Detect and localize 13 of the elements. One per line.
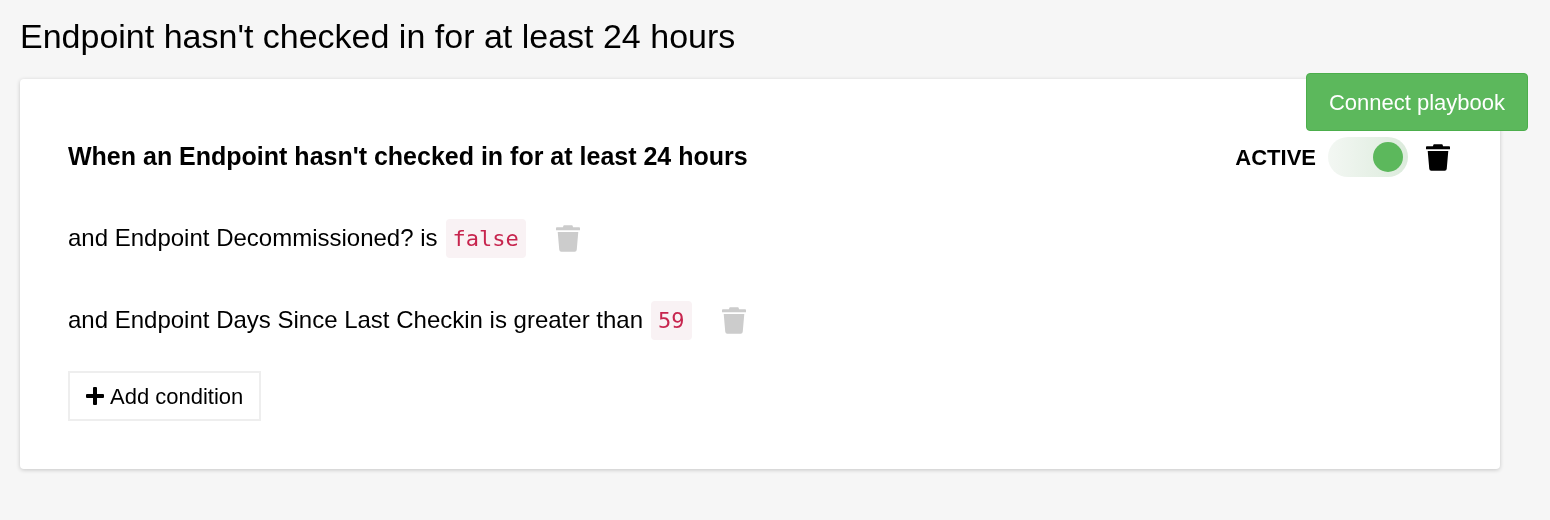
condition-text: and Endpoint Decommissioned? is <box>68 223 438 253</box>
plus-icon <box>86 387 104 405</box>
condition-value: false <box>445 218 526 258</box>
condition-value: 59 <box>651 300 692 340</box>
delete-condition-icon[interactable] <box>555 224 580 252</box>
delete-icon[interactable] <box>1426 143 1450 171</box>
condition-text: and Endpoint Days Since Last Checkin is greater than <box>68 305 643 335</box>
add-condition-button[interactable]: Add condition <box>68 371 262 421</box>
toggle-switch[interactable] <box>1328 137 1408 177</box>
delete-condition-icon[interactable] <box>721 306 746 334</box>
status-label: ACTIVE <box>1235 143 1316 172</box>
rule-title: When an Endpoint hasn't checked in for at least 24 hours <box>68 141 748 173</box>
page-title: Endpoint hasn't checked in for at least 24 hours <box>20 16 737 57</box>
